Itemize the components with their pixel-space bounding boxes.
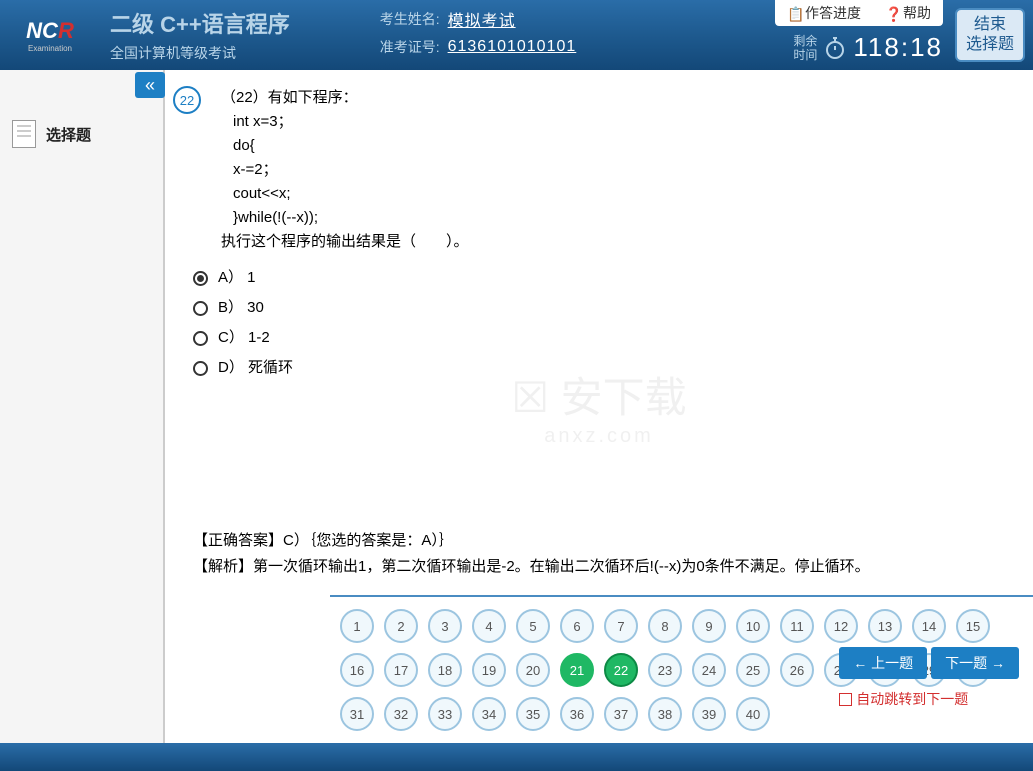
- radio-b[interactable]: [193, 301, 208, 316]
- nav-question-17[interactable]: 17: [384, 653, 418, 687]
- options: A） 1 B） 30 C） 1-2 D） 死循环: [193, 266, 1009, 380]
- nav-question-19[interactable]: 19: [472, 653, 506, 687]
- option-b[interactable]: B） 30: [193, 296, 1009, 320]
- sidebar-collapse-button[interactable]: «: [135, 72, 165, 98]
- sidebar: « 选择题: [0, 70, 165, 770]
- option-a[interactable]: A） 1: [193, 266, 1009, 290]
- id-label: 准考证号:: [380, 37, 440, 57]
- nav-question-2[interactable]: 2: [384, 609, 418, 643]
- nav-question-38[interactable]: 38: [648, 697, 682, 731]
- nav-question-36[interactable]: 36: [560, 697, 594, 731]
- nav-question-34[interactable]: 34: [472, 697, 506, 731]
- nav-question-22[interactable]: 22: [604, 653, 638, 687]
- nav-question-40[interactable]: 40: [736, 697, 770, 731]
- nav-question-4[interactable]: 4: [472, 609, 506, 643]
- next-question-button[interactable]: 下一题 →: [931, 647, 1019, 679]
- question-prefix: （22）有如下程序：: [221, 86, 1009, 110]
- auto-next-label: 自动跳转到下一题: [856, 689, 968, 709]
- nav-question-20[interactable]: 20: [516, 653, 550, 687]
- question-stem: 执行这个程序的输出结果是（ ）。: [221, 230, 1009, 254]
- sidebar-item-choice[interactable]: 选择题: [0, 112, 163, 156]
- candidate-info: 考生姓名: 模拟考试 准考证号: 6136101010101: [380, 7, 577, 63]
- correct-answer-line: 【正确答案】C）｛您选的答案是：A）｝: [193, 528, 1005, 554]
- nav-question-35[interactable]: 35: [516, 697, 550, 731]
- option-c[interactable]: C） 1-2: [193, 326, 1009, 350]
- exam-title: 二级 C++语言程序: [110, 7, 290, 39]
- auto-next-row: 自动跳转到下一题: [839, 689, 1019, 709]
- nav-question-18[interactable]: 18: [428, 653, 462, 687]
- name-label: 考生姓名:: [380, 9, 440, 29]
- name-value: 模拟考试: [448, 7, 516, 31]
- nav-question-39[interactable]: 39: [692, 697, 726, 731]
- answer-block: 【正确答案】C）｛您选的答案是：A）｝ 【解析】第一次循环输出1，第二次循环输出…: [193, 528, 1005, 580]
- nav-question-1[interactable]: 1: [340, 609, 374, 643]
- nav-question-32[interactable]: 32: [384, 697, 418, 731]
- nav-question-24[interactable]: 24: [692, 653, 726, 687]
- nav-question-9[interactable]: 9: [692, 609, 726, 643]
- tab-help[interactable]: ❓ 帮助: [873, 0, 943, 26]
- stopwatch-icon: [823, 36, 847, 60]
- timer: 剩余 时间 118:18: [793, 32, 943, 63]
- top-tabs: 📋 作答进度 ❓ 帮助: [775, 0, 943, 26]
- nav-question-23[interactable]: 23: [648, 653, 682, 687]
- logo: NCR Examination: [0, 0, 100, 70]
- footer-border: [0, 743, 1033, 771]
- end-exam-button[interactable]: 结束选择题: [955, 8, 1025, 62]
- app-header: NCR Examination 二级 C++语言程序 全国计算机等级考试 考生姓…: [0, 0, 1033, 70]
- explanation-line: 【解析】第一次循环输出1，第二次循环输出是-2。在输出二次循环后!(--x)为0…: [193, 554, 1005, 580]
- question-area: 22 （22）有如下程序： int x=3； do{ x-=2； cout<<x…: [165, 70, 1033, 590]
- nav-question-10[interactable]: 10: [736, 609, 770, 643]
- question-body: （22）有如下程序： int x=3； do{ x-=2； cout<<x; }…: [221, 86, 1009, 386]
- content-area: 22 （22）有如下程序： int x=3； do{ x-=2； cout<<x…: [165, 70, 1033, 770]
- document-icon: [12, 120, 36, 148]
- nav-question-7[interactable]: 7: [604, 609, 638, 643]
- nav-question-8[interactable]: 8: [648, 609, 682, 643]
- option-d[interactable]: D） 死循环: [193, 356, 1009, 380]
- nav-controls: ← 上一题 下一题 → 自动跳转到下一题: [839, 647, 1019, 709]
- auto-next-checkbox[interactable]: [839, 693, 852, 706]
- question-number-badge: 22: [173, 86, 201, 114]
- exam-subtitle: 全国计算机等级考试: [110, 43, 290, 63]
- nav-question-21[interactable]: 21: [560, 653, 594, 687]
- timer-value: 118:18: [853, 32, 943, 63]
- id-value: 6136101010101: [448, 38, 577, 56]
- nav-question-3[interactable]: 3: [428, 609, 462, 643]
- nav-question-16[interactable]: 16: [340, 653, 374, 687]
- question-nav-panel: 1234567891011121314151617181920212223242…: [330, 595, 1033, 740]
- sidebar-item-label: 选择题: [46, 124, 91, 145]
- nav-question-11[interactable]: 11: [780, 609, 814, 643]
- help-icon: ❓: [885, 6, 899, 20]
- nav-question-5[interactable]: 5: [516, 609, 550, 643]
- nav-question-33[interactable]: 33: [428, 697, 462, 731]
- nav-question-13[interactable]: 13: [868, 609, 902, 643]
- radio-a[interactable]: [193, 271, 208, 286]
- nav-question-26[interactable]: 26: [780, 653, 814, 687]
- radio-d[interactable]: [193, 361, 208, 376]
- title-area: 二级 C++语言程序 全国计算机等级考试: [110, 7, 290, 63]
- prev-question-button[interactable]: ← 上一题: [839, 647, 927, 679]
- nav-question-15[interactable]: 15: [956, 609, 990, 643]
- nav-question-12[interactable]: 12: [824, 609, 858, 643]
- nav-question-31[interactable]: 31: [340, 697, 374, 731]
- nav-question-14[interactable]: 14: [912, 609, 946, 643]
- nav-question-6[interactable]: 6: [560, 609, 594, 643]
- timer-label: 剩余 时间: [793, 34, 817, 62]
- tab-progress[interactable]: 📋 作答进度: [775, 0, 873, 26]
- progress-icon: 📋: [787, 6, 801, 20]
- radio-c[interactable]: [193, 331, 208, 346]
- chevron-left-icon: «: [145, 75, 155, 96]
- nav-question-37[interactable]: 37: [604, 697, 638, 731]
- nav-question-25[interactable]: 25: [736, 653, 770, 687]
